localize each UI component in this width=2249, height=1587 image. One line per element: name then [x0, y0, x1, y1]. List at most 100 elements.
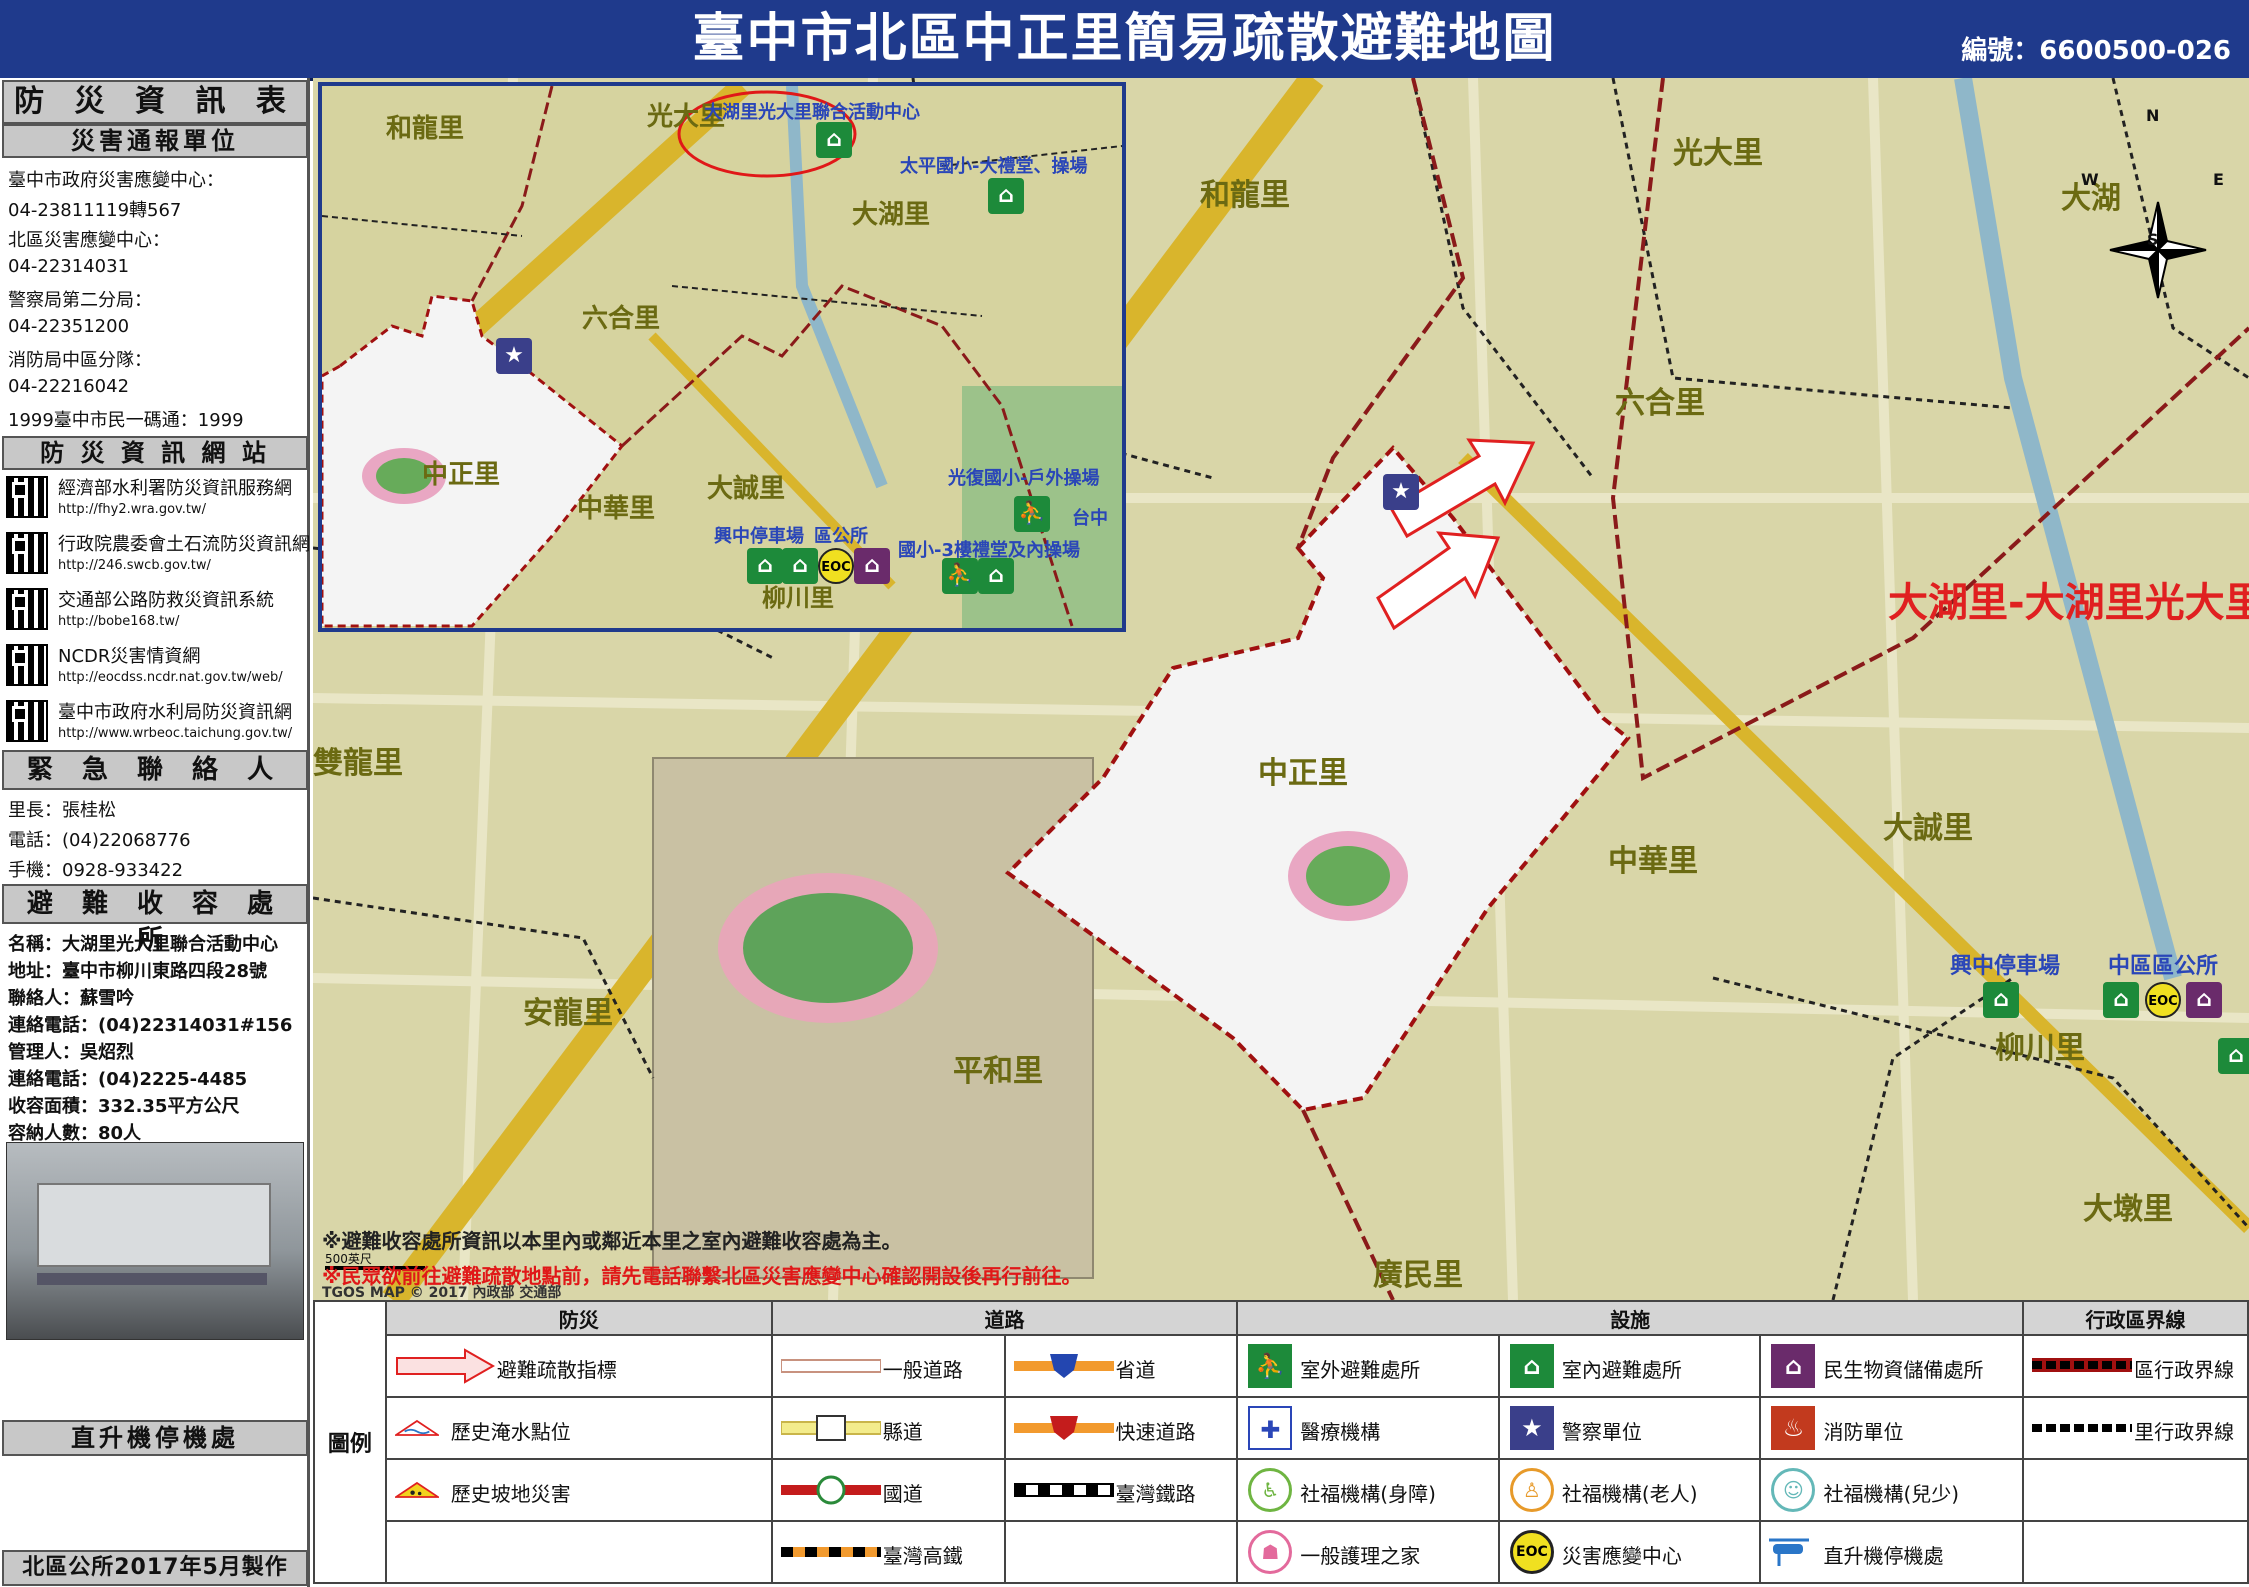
district-label: 雙龍里	[313, 746, 403, 781]
qr-code-icon	[6, 532, 48, 574]
website-url[interactable]: http://www.wrbeoc.taichung.gov.tw/	[58, 726, 292, 741]
legend-header: 設施	[1236, 1300, 2025, 1336]
police-icon: ★	[1509, 1406, 1554, 1450]
indoor-shelter-icon[interactable]: ⌂	[782, 548, 818, 584]
outdoor-shelter-icon[interactable]: ⛹	[1014, 496, 1050, 532]
district-label: 光大里	[1673, 136, 1763, 171]
map-credit: TGOS MAP © 2017 內政部 交通部	[322, 1285, 562, 1301]
legend-item: 歷史淹水點位	[384, 1396, 773, 1460]
indoor-shelter-icon[interactable]: ⌂	[816, 122, 852, 158]
website-url[interactable]: http://fhy2.wra.gov.tw/	[58, 502, 206, 517]
evacuation-arrow-icon	[395, 1348, 495, 1384]
welfare-elderly-icon: ♙	[1509, 1468, 1554, 1512]
legend-item: ★ 警察單位	[1497, 1396, 1762, 1460]
building-facade	[37, 1183, 271, 1267]
inset-label: 大湖里	[852, 200, 931, 230]
qr-code-icon	[6, 476, 48, 518]
slope-disaster-icon	[394, 1481, 439, 1498]
eoc-icon[interactable]: EOC	[818, 548, 854, 584]
legend-item: ☺ 社福機構(兒少)	[1759, 1458, 2025, 1522]
railway-icon	[1013, 1483, 1114, 1497]
indoor-shelter-icon: ⌂	[1509, 1344, 1554, 1388]
eoc-icon[interactable]: EOC	[2145, 982, 2181, 1018]
evacuation-target-label: 大湖里-大湖里光大里聯合活動中	[1888, 580, 2249, 626]
nursing-home-icon: ☗	[1248, 1530, 1293, 1574]
website-name: 經濟部水利署防災資訊服務網	[58, 478, 292, 499]
district-label: 六合里	[1615, 386, 1705, 421]
report-line: 04-22351200	[8, 316, 130, 337]
website-name: 交通部公路防救災資訊系統	[58, 590, 274, 611]
report-units-heading: 災害通報單位	[2, 124, 308, 158]
legend-item: EOC 災害應變中心	[1497, 1520, 1762, 1584]
legend-header: 防災	[384, 1300, 773, 1336]
legend-item: 國道	[770, 1458, 1006, 1522]
shelter-heading: 避 難 收 容 處 所	[2, 884, 308, 955]
outdoor-shelter-icon: ⛹	[1248, 1344, 1293, 1388]
inset-poi-label: 台中	[1072, 508, 1108, 529]
contact-line: 手機：0928-933422	[8, 860, 184, 881]
indoor-shelter-icon[interactable]: ⌂	[747, 548, 783, 584]
building-sign	[37, 1273, 267, 1285]
national-road-icon	[780, 1475, 881, 1505]
helipad-icon	[1769, 1538, 1810, 1566]
police-icon[interactable]: ★	[1383, 474, 1419, 510]
county-road-icon	[780, 1415, 881, 1441]
indoor-shelter-icon[interactable]: ⌂	[988, 178, 1024, 214]
contacts-heading: 緊 急 聯 絡 人	[2, 750, 308, 790]
qr-code-icon	[6, 588, 48, 630]
high-speed-rail-icon	[780, 1547, 881, 1557]
map-serial-number: 編號：6600500-026	[1961, 36, 2231, 66]
fire-station-icon: ♨	[1771, 1406, 1816, 1450]
contact-line: 里長：張桂松	[8, 800, 116, 821]
indoor-shelter-icon[interactable]: ⌂	[1983, 982, 2019, 1018]
shelter-line: 地址：臺中市柳川東路四段28號	[8, 961, 268, 982]
legend-item: ♙ 社福機構(老人)	[1497, 1458, 1762, 1522]
police-icon[interactable]: ★	[496, 338, 532, 374]
compass-e: E	[2213, 170, 2224, 189]
report-line: 警察局第二分局：	[8, 290, 152, 311]
supply-storage-icon[interactable]: ⌂	[2186, 982, 2222, 1018]
legend-item: 直升機停機處	[1759, 1520, 2025, 1584]
report-line: 1999臺中市民一碼通：1999	[8, 410, 244, 431]
shelter-photo	[6, 1142, 304, 1340]
inset-shelter-label: 大湖里光大里聯合活動中心	[704, 102, 920, 123]
indoor-shelter-icon[interactable]: ⌂	[978, 558, 1014, 594]
legend-item: 省道	[1003, 1334, 1239, 1398]
indoor-shelter-icon[interactable]: ⌂	[2218, 1038, 2249, 1074]
shelter-line: 連絡電話：(04)2225-4485	[8, 1069, 248, 1090]
website-name: NCDR災害情資網	[58, 646, 201, 667]
info-panel: 防 災 資 訊 表 災害通報單位 臺中市政府災害應變中心： 04-2381111…	[0, 78, 310, 1587]
legend-header: 行政區界線	[2022, 1300, 2249, 1336]
indoor-shelter-icon[interactable]: ⌂	[2103, 982, 2139, 1018]
legend-item: 臺灣高鐵	[770, 1520, 1006, 1584]
welfare-children-icon: ☺	[1771, 1468, 1816, 1512]
shelter-line: 名稱：大湖里光大里聯合活動中心	[8, 934, 278, 955]
website-name: 行政院農委會土石流防災資訊網	[58, 534, 310, 555]
district-label: 柳川里	[1995, 1031, 2085, 1066]
contact-line: 電話：(04)22068776	[8, 830, 191, 851]
shelter-line: 收容面積：332.35平方公尺	[8, 1096, 240, 1117]
inset-map[interactable]: 和龍里 光大里 大湖里光大里聯合活動中心 太平國小-大禮堂、操場 大湖里 六合里…	[318, 82, 1126, 632]
inset-label: 大誠里	[707, 474, 786, 504]
website-url[interactable]: http://bobe168.tw/	[58, 614, 179, 629]
report-line: 消防局中區分隊：	[8, 350, 152, 371]
poi-label: 興中停車場	[1950, 954, 2061, 979]
website-url[interactable]: http://eocdss.ncdr.nat.gov.tw/web/	[58, 670, 283, 685]
legend-item: 避難疏散指標	[384, 1334, 773, 1398]
shelter-line: 管理人：吳炤烈	[8, 1042, 134, 1063]
district-label: 中正里	[1258, 756, 1348, 791]
supply-storage-icon[interactable]: ⌂	[854, 548, 890, 584]
website-url[interactable]: http://246.swcb.gov.tw/	[58, 558, 211, 573]
outdoor-shelter-icon[interactable]: ⛹	[942, 558, 978, 594]
legend-empty-cell	[2022, 1458, 2249, 1522]
district-label: 平和里	[953, 1054, 1043, 1089]
report-line: 04-23811119轉567	[8, 200, 182, 221]
report-line: 04-22216042	[8, 376, 130, 397]
qr-code-icon	[6, 644, 48, 686]
website-name: 臺中市政府水利局防災資訊網	[58, 702, 292, 723]
supply-storage-icon: ⌂	[1771, 1344, 1816, 1388]
legend-row-label: 圖例	[313, 1300, 387, 1584]
legend-item: ⌂ 民生物資儲備處所	[1759, 1334, 2025, 1398]
inset-poi-label: 區公所	[814, 526, 868, 547]
inset-label: 中正里	[422, 460, 501, 490]
